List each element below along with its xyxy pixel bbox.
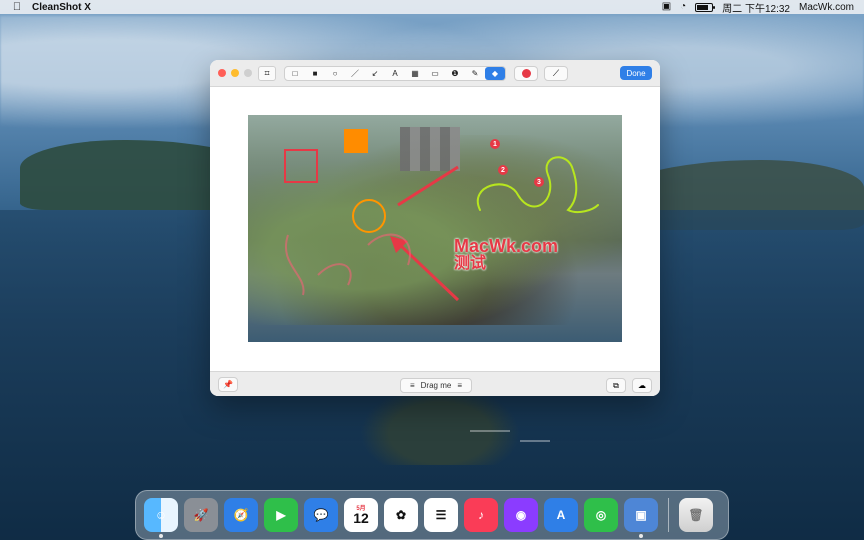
dock-music[interactable]: ♪ <box>464 498 498 532</box>
dock-separator <box>668 498 669 532</box>
running-indicator <box>639 534 643 538</box>
done-button[interactable]: Done <box>620 66 652 80</box>
arrow-icon[interactable]: ↙ <box>365 67 385 80</box>
wave-foam <box>520 440 550 442</box>
dock-facetime[interactable]: ▶ <box>264 498 298 532</box>
dock-reminders[interactable]: ☰ <box>424 498 458 532</box>
dock-find-my[interactable]: ◎ <box>584 498 618 532</box>
red-arrow-upper <box>397 165 459 207</box>
dock-trash[interactable]: 🗑 <box>679 498 713 532</box>
calendar-day: 12 <box>353 509 369 526</box>
cleanshot-window: ⌗ □ ■ ○ ／ ↙ A ▦ ▭ ❶ ✎ ◆ ⟋ Done 1 2 3 Mac… <box>210 60 660 396</box>
drag-label: Drag me <box>420 381 452 390</box>
zoom-button[interactable] <box>244 69 252 77</box>
color-picker[interactable] <box>514 65 538 81</box>
background-rocks <box>360 385 520 465</box>
dock-launchpad[interactable]: 🚀 <box>184 498 218 532</box>
dock-photos[interactable]: ✿ <box>384 498 418 532</box>
battery-icon[interactable] <box>695 2 716 12</box>
line-icon[interactable]: ／ <box>345 67 365 80</box>
screen-icon[interactable]: ▣ <box>662 0 671 14</box>
app-menu-name[interactable]: CleanShot X <box>32 2 91 13</box>
text-icon[interactable]: A <box>385 67 405 80</box>
copy-icon[interactable]: ⧉ <box>606 378 626 393</box>
line-width-icon[interactable]: ⟋ <box>544 65 568 81</box>
pink-pen-stroke <box>285 233 411 296</box>
cloud-upload-icon[interactable]: ☁ <box>632 378 652 393</box>
dock-calendar[interactable]: 5月 12 <box>344 498 378 532</box>
wifi-icon[interactable]: ◔ <box>680 0 686 14</box>
pen-icon[interactable]: ✎ <box>465 67 485 80</box>
close-button[interactable] <box>218 69 226 77</box>
pin-icon[interactable]: 📌 <box>218 377 238 392</box>
dock-messages[interactable]: 💬 <box>304 498 338 532</box>
clock[interactable]: 周二 下午12:32 <box>722 0 790 15</box>
dock-app-store[interactable]: A <box>544 498 578 532</box>
rectangle-filled-icon[interactable]: ■ <box>305 67 325 80</box>
rectangle-outline-icon[interactable]: □ <box>285 67 305 80</box>
active-color-swatch <box>521 68 531 78</box>
text-annotation: MacWk.com 测试 <box>454 237 558 273</box>
ellipse-icon[interactable]: ○ <box>325 67 345 80</box>
running-indicator <box>159 534 163 538</box>
crop-icon[interactable]: ⌗ <box>258 65 276 81</box>
text-annotation-line1: MacWk.com <box>454 236 559 256</box>
menu-bar:  CleanShot X ▣ ◔ 周二 下午12:32 MacWk.com <box>0 0 864 15</box>
green-pen-stroke <box>476 156 599 214</box>
menu-bar-status: ▣ ◔ 周二 下午12:32 MacWk.com <box>662 0 864 15</box>
minimize-button[interactable] <box>231 69 239 77</box>
bottom-bar: 📌 ≡ Drag me ≡ ⧉ ☁ <box>210 371 660 396</box>
dock-podcasts[interactable]: ◉ <box>504 498 538 532</box>
menu-user[interactable]: MacWk.com <box>799 2 854 13</box>
apple-icon[interactable]:  <box>8 1 26 13</box>
dock: ☺ 🚀 🧭 ▶ 💬 5月 12 ✿ ☰ ♪ ◉ A ◎ ▣ 🗑 <box>135 490 729 540</box>
pixelate-icon[interactable]: ▦ <box>405 67 425 80</box>
annotation-strokes <box>285 156 599 302</box>
dock-image-capture[interactable]: ▣ <box>624 498 658 538</box>
counter-icon[interactable]: ❶ <box>445 67 465 80</box>
dock-finder[interactable]: ☺ <box>144 498 178 538</box>
captured-screenshot: 1 2 3 MacWk.com 测试 <box>248 115 622 342</box>
tool-group: □ ■ ○ ／ ↙ A ▦ ▭ ❶ ✎ ◆ <box>284 65 506 81</box>
bottom-actions: ⧉ ☁ <box>606 378 652 393</box>
window-controls <box>218 69 252 77</box>
drag-lines-icon: ≡ <box>409 381 415 390</box>
blur-icon[interactable]: ◆ <box>485 66 505 80</box>
text-annotation-line2: 测试 <box>454 255 487 272</box>
drag-lines-icon: ≡ <box>457 381 463 390</box>
red-arrow-lower <box>396 241 460 302</box>
wave-foam <box>470 430 510 432</box>
annotation-canvas[interactable]: 1 2 3 MacWk.com 测试 <box>210 87 660 371</box>
drag-handle[interactable]: ≡ Drag me ≡ <box>400 378 472 393</box>
highlighter-icon[interactable]: ▭ <box>425 67 445 80</box>
annotation-toolbar: ⌗ □ ■ ○ ／ ↙ A ▦ ▭ ❶ ✎ ◆ ⟋ Done <box>210 60 660 87</box>
dock-safari[interactable]: 🧭 <box>224 498 258 532</box>
